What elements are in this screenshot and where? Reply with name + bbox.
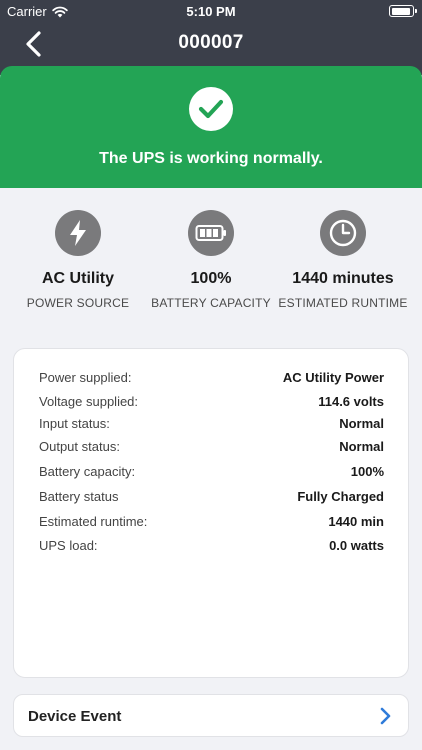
detail-row: UPS load: 0.0 watts xyxy=(39,536,384,554)
detail-key: Input status: xyxy=(39,415,110,431)
summary-section: AC Utility POWER SOURCE 100% BATTERY CAP… xyxy=(0,188,422,338)
detail-value: Normal xyxy=(339,415,384,431)
clock-icon xyxy=(320,210,366,256)
navigation-bar: Carrier 5:10 PM 000007 xyxy=(0,0,422,75)
battery-icon xyxy=(188,210,234,256)
detail-row: Battery capacity: 100% xyxy=(39,462,384,480)
detail-value: 100% xyxy=(350,463,384,479)
lightning-bolt-icon xyxy=(55,210,101,256)
summary-label: ESTIMATED RUNTIME xyxy=(278,296,408,310)
device-event-button[interactable]: Device Event xyxy=(13,694,409,737)
status-time: 5:10 PM xyxy=(186,4,236,19)
detail-key: Output status: xyxy=(39,438,120,454)
device-event-label: Device Event xyxy=(28,708,122,725)
detail-row: Voltage supplied: 114.6 volts xyxy=(39,392,384,410)
chevron-right-icon xyxy=(380,707,391,725)
detail-value: AC Utility Power xyxy=(282,369,384,385)
detail-row: Battery status Fully Charged xyxy=(39,487,384,505)
detail-row: Output status: Normal xyxy=(39,437,384,455)
detail-value: Fully Charged xyxy=(297,488,384,504)
status-message: The UPS is working normally. xyxy=(99,150,323,167)
detail-value: 1440 min xyxy=(328,513,384,529)
summary-power-source: AC Utility POWER SOURCE xyxy=(8,188,148,311)
detail-value: 0.0 watts xyxy=(329,537,384,553)
summary-value: 100% xyxy=(190,270,232,287)
detail-key: UPS load: xyxy=(39,537,98,553)
summary-estimated-runtime: 1440 minutes ESTIMATED RUNTIME xyxy=(273,188,413,311)
summary-battery-capacity: 100% BATTERY CAPACITY xyxy=(141,188,281,311)
summary-label: POWER SOURCE xyxy=(26,296,130,310)
detail-key: Battery capacity: xyxy=(39,463,136,479)
status-banner: The UPS is working normally. xyxy=(0,66,422,188)
detail-key: Estimated runtime: xyxy=(39,513,148,529)
summary-label: BATTERY CAPACITY xyxy=(151,296,271,310)
detail-value: Normal xyxy=(339,438,384,454)
detail-row: Input status: Normal xyxy=(39,414,384,432)
detail-key: Power supplied: xyxy=(39,369,132,385)
summary-value: 1440 minutes xyxy=(292,270,394,287)
detail-row: Estimated runtime: 1440 min xyxy=(39,512,384,530)
detail-row: Power supplied: AC Utility Power xyxy=(39,368,384,386)
detail-key: Battery status xyxy=(39,488,119,504)
detail-key: Voltage supplied: xyxy=(39,393,139,409)
battery-status-icon xyxy=(389,5,417,17)
summary-value: AC Utility xyxy=(42,270,114,287)
details-card: Power supplied: AC Utility Power Voltage… xyxy=(13,348,409,678)
detail-value: 114.6 volts xyxy=(318,393,384,409)
status-bar: Carrier 5:10 PM xyxy=(0,0,422,22)
checkmark-icon xyxy=(189,87,233,131)
page-title: 000007 xyxy=(178,32,244,53)
